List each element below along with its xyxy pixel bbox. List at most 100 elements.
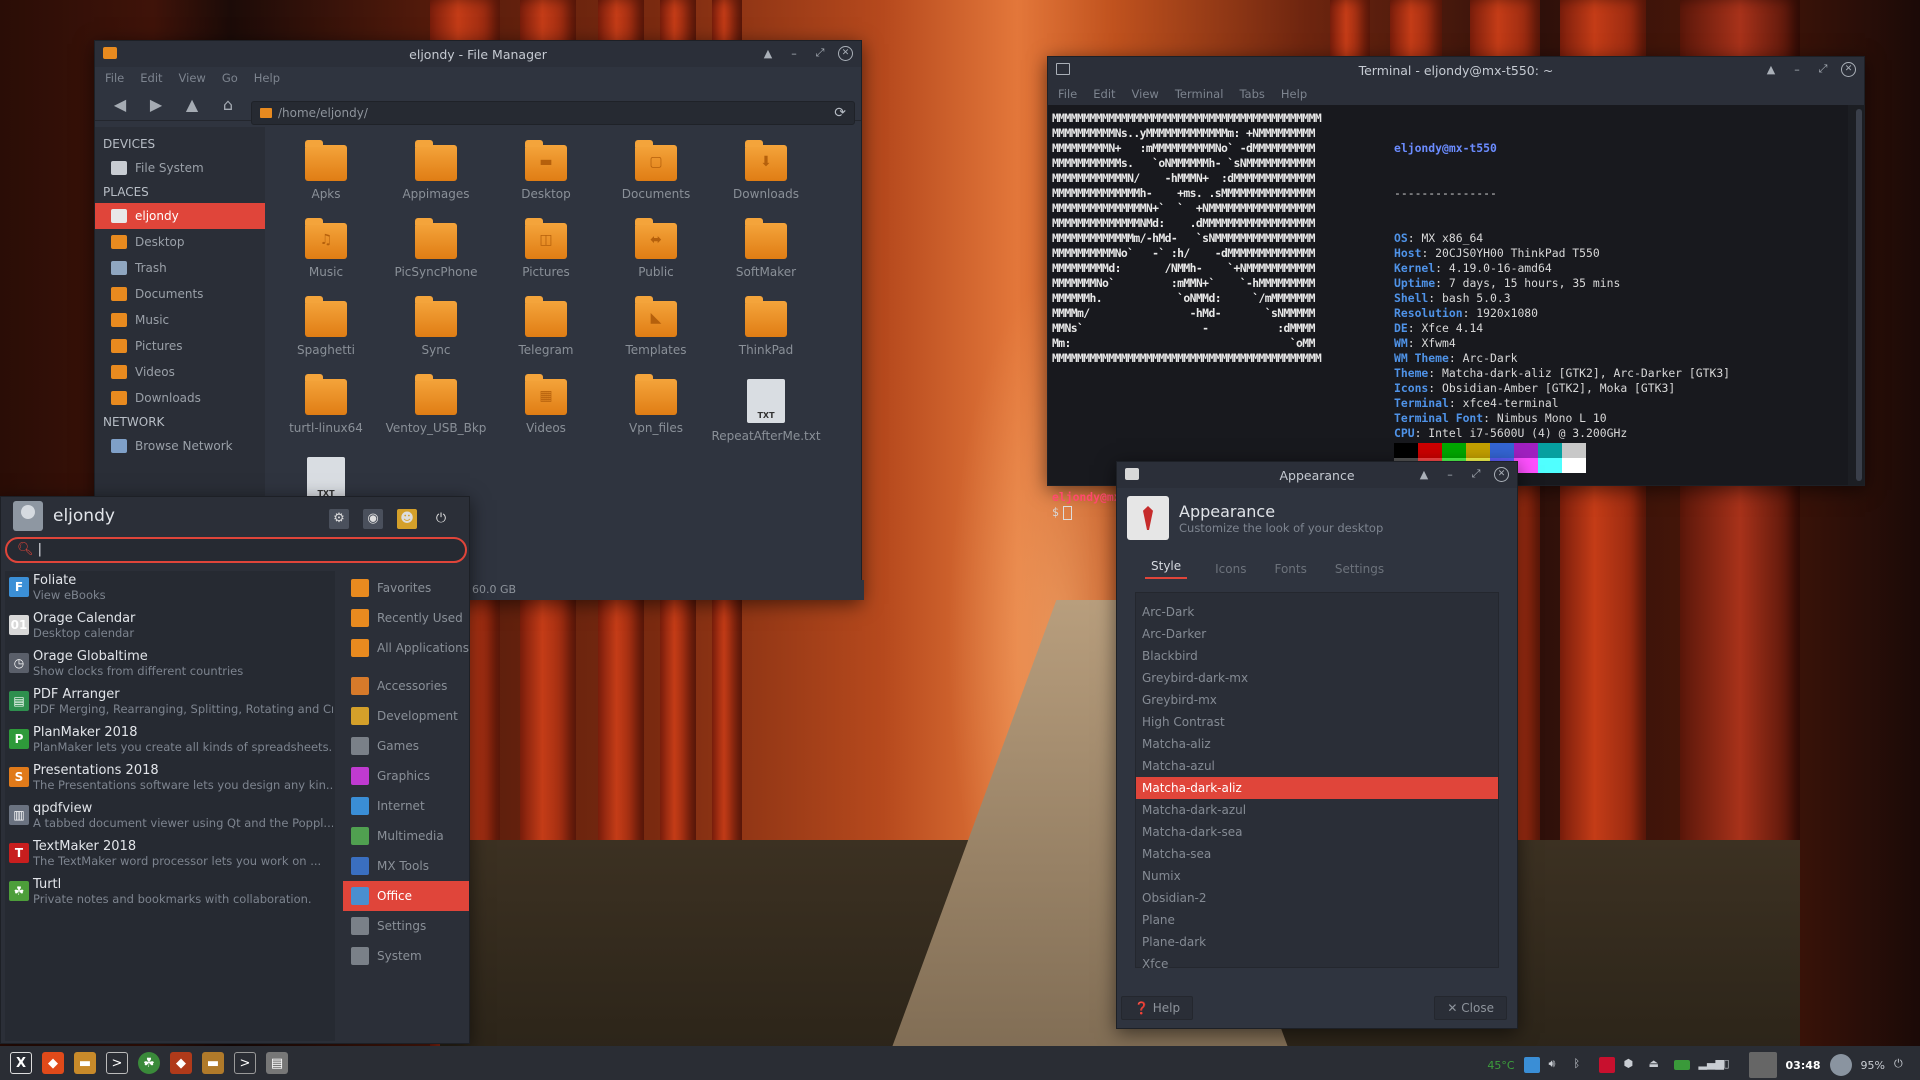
package-updater-icon[interactable]: ⬢ [1624, 1057, 1640, 1073]
clock[interactable]: 03:48 [1786, 1059, 1821, 1072]
theme-item[interactable]: Matcha-dark-aliz [1136, 777, 1498, 799]
brave-window-icon[interactable]: ◆ [170, 1052, 192, 1074]
search-input[interactable]: 🔍︎ | [5, 537, 467, 563]
app-item[interactable]: P PlanMaker 2018 PlanMaker lets you create… [5, 723, 335, 761]
file-item[interactable]: Apks [271, 140, 381, 201]
theme-item[interactable]: Numix [1136, 865, 1498, 887]
menu-view[interactable]: View [179, 71, 206, 85]
theme-item[interactable]: Matcha-dark-sea [1136, 821, 1498, 843]
app-item[interactable]: F Foliate View eBooks [5, 571, 335, 609]
sidebar-item-eljondy[interactable]: eljondy [95, 203, 265, 229]
menu-file[interactable]: File [105, 71, 124, 85]
tab-settings[interactable]: Settings [1335, 562, 1384, 576]
theme-item[interactable]: High Contrast [1136, 711, 1498, 733]
mx-logo-icon[interactable]: X [10, 1052, 32, 1074]
minimize-button[interactable]: – [1442, 466, 1458, 482]
volume-icon[interactable]: 🔊︎ [1549, 1057, 1565, 1073]
scrollbar[interactable] [1856, 109, 1862, 481]
maximize-button[interactable]: ⤢ [1815, 61, 1831, 77]
bluetooth-icon[interactable]: ᛒ [1574, 1057, 1590, 1073]
file-item[interactable]: turtl-linux64 [271, 374, 381, 435]
category-item[interactable]: Accessories [343, 671, 469, 701]
menu-tabs[interactable]: Tabs [1239, 87, 1264, 101]
file-item[interactable]: Telegram [491, 296, 601, 357]
close-dialog-button[interactable]: ✕ Close [1434, 996, 1507, 1020]
theme-item[interactable]: Arc-Darker [1136, 623, 1498, 645]
file-manager-icon[interactable]: ▬ [74, 1052, 96, 1074]
battery-icon[interactable] [1673, 1060, 1690, 1070]
category-item[interactable]: All Applications [343, 633, 469, 663]
appearance-titlebar[interactable]: Appearance ▲ – ⤢ ✕ [1117, 462, 1517, 488]
app-item[interactable]: ▤ PDF Arranger PDF Merging, Rearranging, S… [5, 685, 335, 723]
theme-item[interactable]: Xfce [1136, 953, 1498, 975]
theme-item[interactable]: Matcha-azul [1136, 755, 1498, 777]
switch-user-icon[interactable]: ☻ [397, 509, 417, 529]
app-item[interactable]: T TextMaker 2018 The TextMaker word proces… [5, 837, 335, 875]
menu-edit[interactable]: Edit [140, 71, 162, 85]
settings-icon[interactable]: ⚙ [329, 509, 349, 529]
minimize-button[interactable]: – [786, 45, 802, 61]
theme-item[interactable]: Greybird-mx [1136, 689, 1498, 711]
forward-arrow-icon[interactable]: ▶ [143, 93, 169, 117]
theme-item[interactable]: Plane [1136, 909, 1498, 931]
menu-help[interactable]: Help [1281, 87, 1307, 101]
menu-go[interactable]: Go [222, 71, 238, 85]
category-item[interactable]: Development [343, 701, 469, 731]
menu-terminal[interactable]: Terminal [1175, 87, 1224, 101]
terminal-output[interactable]: MMMMMMMMMMMMMMMMMMMMMMMMMMMMMMMMMMMMMMMM… [1048, 105, 1848, 520]
category-item[interactable]: Multimedia [343, 821, 469, 851]
theme-item[interactable]: Greybird-dark-mx [1136, 667, 1498, 689]
sidebar-item-pictures[interactable]: Pictures [95, 333, 265, 359]
terminal-window-icon[interactable]: > [234, 1052, 256, 1074]
turtl-icon[interactable]: ☘ [138, 1052, 160, 1074]
shade-button[interactable]: ▲ [760, 45, 776, 61]
clipboard-icon[interactable]: ▯ [1724, 1057, 1740, 1073]
category-item[interactable]: System [343, 941, 469, 971]
sidebar-item-browse-network[interactable]: Browse Network [95, 433, 265, 459]
network-icon[interactable] [1523, 1057, 1540, 1073]
folder-window-icon[interactable]: ▬ [202, 1052, 224, 1074]
sidebar-item-documents[interactable]: Documents [95, 281, 265, 307]
file-item[interactable]: ⬇ Downloads [711, 140, 821, 201]
power-icon[interactable]: ⏻ [1894, 1057, 1910, 1073]
appearance-window-icon[interactable]: ▤ [266, 1052, 288, 1074]
sidebar-item-file-system[interactable]: File System [95, 155, 265, 181]
category-item[interactable]: Office [343, 881, 469, 911]
shade-button[interactable]: ▲ [1416, 466, 1432, 482]
eject-icon[interactable]: ⏏ [1649, 1057, 1665, 1073]
sidebar-item-trash[interactable]: Trash [95, 255, 265, 281]
file-item[interactable]: TXT RepeatAfterMe.txt [711, 379, 821, 443]
close-button[interactable]: ✕ [1494, 466, 1509, 482]
close-button[interactable]: ✕ [1841, 61, 1856, 77]
file-item[interactable]: Spaghetti [271, 296, 381, 357]
home-icon[interactable]: ⌂ [215, 93, 241, 117]
sidebar-item-music[interactable]: Music [95, 307, 265, 333]
sidebar-item-videos[interactable]: Videos [95, 359, 265, 385]
close-button[interactable]: ✕ [838, 45, 853, 61]
reload-icon[interactable]: ⟳ [834, 105, 846, 121]
theme-item[interactable]: Obsidian-2 [1136, 887, 1498, 909]
brave-browser-icon[interactable]: ◆ [42, 1052, 64, 1074]
file-item[interactable]: ThinkPad [711, 296, 821, 357]
terminal-titlebar[interactable]: Terminal - eljondy@mx-t550: ~ ▲ – ⤢ ✕ [1048, 57, 1864, 83]
sidebar-item-desktop[interactable]: Desktop [95, 229, 265, 255]
app-item[interactable]: ▥ qpdfview A tabbed document viewer using … [5, 799, 335, 837]
wifi-signal-icon[interactable]: ▂▄▆ [1699, 1057, 1724, 1073]
theme-item[interactable]: Arc-Dark [1136, 601, 1498, 623]
theme-list[interactable]: Arc-Dark Arc-Darker Blackbird Greybird-dark… [1135, 592, 1499, 971]
help-button[interactable]: ❓ Help [1121, 996, 1194, 1020]
file-item[interactable]: ▢ Documents [601, 140, 711, 201]
tab-fonts[interactable]: Fonts [1274, 562, 1306, 576]
shade-button[interactable]: ▲ [1763, 61, 1779, 77]
category-item[interactable]: MX Tools [343, 851, 469, 881]
menu-view[interactable]: View [1132, 87, 1159, 101]
file-item[interactable]: Ventoy_USB_Bkp [381, 374, 491, 435]
category-item[interactable]: Favorites [343, 573, 469, 603]
theme-item[interactable]: Matcha-aliz [1136, 733, 1498, 755]
theme-item[interactable]: Matcha-sea [1136, 843, 1498, 865]
file-item[interactable]: ⬌ Public [601, 218, 711, 279]
theme-item[interactable]: Plane-dark [1136, 931, 1498, 953]
app-item[interactable]: ◷ Orage Globaltime Show clocks from differ… [5, 647, 335, 685]
minimize-button[interactable]: – [1789, 61, 1805, 77]
menu-edit[interactable]: Edit [1093, 87, 1115, 101]
